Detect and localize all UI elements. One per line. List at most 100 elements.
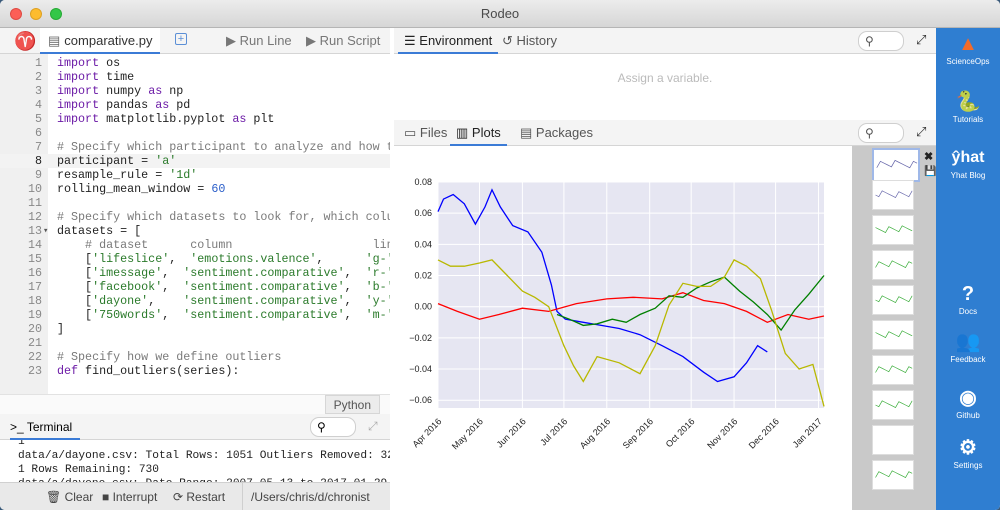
terminal-tab[interactable]: >_ Terminal [10,414,81,440]
code-text: import os [57,56,121,70]
app-window: Rodeo ♈ ▤ comparative.py + ▶ Run Line ▶ R… [0,0,1000,510]
plot-thumbnails: ✖ 💾 [852,146,936,510]
tab-packages-label: Packages [535,125,593,140]
x-tick-label: Nov 2016 [705,416,739,450]
expand-icon[interactable]: ⤢ [916,32,926,48]
code-line[interactable]: 18 ['dayone', 'sentiment.comparative', '… [0,294,390,308]
plot-thumbnail[interactable] [872,215,914,245]
code-editor[interactable]: 1 import os 2 import time 3 import numpy as n… [0,54,390,394]
sidebar-item-settings[interactable]: ⚙ Settings [936,436,1000,471]
interrupt-button[interactable]: ■ Interrupt [102,483,157,510]
line-number: 17 [27,280,42,294]
code-line[interactable]: 21 [0,336,390,350]
sidebar-item-feedback[interactable]: 👥 Feedback [936,330,1000,365]
code-line[interactable]: 9 resample_rule = '1d' [0,168,390,182]
line-number: 1 [34,56,42,70]
code-text: ['dayone', 'sentiment.comparative', 'y-'… [57,294,390,308]
code-line[interactable]: 12 # Specify which datasets to look for, … [0,210,390,224]
code-line[interactable]: 10 rolling_mean_window = 60 [0,182,390,196]
line-number: 2 [34,70,42,84]
plots-search-input[interactable]: ⚲ [858,123,904,143]
code-line[interactable]: 5 import matplotlib.pyplot as plt [0,112,390,126]
sidebar-item-docs[interactable]: ? Docs [936,282,1000,317]
run-script-button[interactable]: ▶ Run Script [306,28,380,54]
tab-environment[interactable]: ☰ Environment [398,28,499,54]
plot-thumbnail[interactable] [872,285,914,315]
environment-search-input[interactable]: ⚲ [858,31,904,51]
new-file-icon[interactable]: + [175,33,187,45]
line-number: 7 [34,140,42,154]
terminal-output[interactable]: 1 data/a/dayone.csv: Total Rows: 1051 Out… [0,440,390,482]
line-number: 22 [27,350,42,364]
code-text: datasets = [ [57,224,142,238]
plot-thumbnail[interactable] [872,148,920,182]
yhat-logo-icon: ŷhat [951,149,985,166]
line-number: 20 [27,322,42,336]
terminal-search-input[interactable]: ⚲ [310,417,356,437]
clear-button[interactable]: 🗑 Clear [46,483,93,510]
code-line[interactable]: 8 participant = 'a' [0,154,390,168]
run-line-button[interactable]: ▶ Run Line [226,28,292,54]
expand-icon[interactable]: ⤢ [916,124,926,140]
code-line[interactable]: 6 [0,126,390,140]
language-mode[interactable]: Python [324,395,380,414]
editor-tab-bar: ♈ ▤ comparative.py + ▶ Run Line ▶ Run Scr… [0,28,390,54]
code-line[interactable]: 4 import pandas as pd [0,98,390,112]
window-title: Rodeo [480,6,520,21]
plot-thumbnail[interactable] [872,425,914,455]
code-line[interactable]: 1 import os [0,56,390,70]
sidebar-item-tutorials[interactable]: 🐍 Tutorials [936,90,1000,125]
code-text: import time [57,70,135,84]
plot-thumbnail[interactable] [872,460,914,490]
plot-thumbnail[interactable] [872,180,914,210]
run-line-label: Run Line [239,33,292,48]
code-line[interactable]: 13 datasets = [▾ [0,224,390,238]
code-text: ['facebook', 'sentiment.comparative', 'b… [57,280,390,294]
sidebar-item-label: Docs [958,307,978,316]
close-window-button[interactable] [10,8,22,20]
code-line[interactable]: 16 ['imessage', 'sentiment.comparative',… [0,266,390,280]
expand-icon[interactable]: ⤢ [368,419,378,434]
code-text: import numpy as np [57,84,184,98]
line-number: 14 [27,238,42,252]
sidebar-item-yhat-blog[interactable]: ŷhat Yhat Blog [936,146,1000,181]
sidebar-item-scienceops[interactable]: ▲ ScienceOps [936,32,1000,67]
file-tab[interactable]: ▤ comparative.py [40,28,161,54]
code-line[interactable]: 3 import numpy as np [0,84,390,98]
save-plot-icon[interactable]: 💾 [924,166,936,177]
code-line[interactable]: 23 def find_outliers(series): [0,364,390,378]
y-tick-label: 0.06 [414,208,432,218]
code-line[interactable]: 17 ['facebook', 'sentiment.comparative',… [0,280,390,294]
y-tick-label: −0.02 [409,333,432,343]
code-line[interactable]: 20] [0,322,390,336]
code-line[interactable]: 7 # Specify which participant to analyze … [0,140,390,154]
code-line[interactable]: 22 # Specify how we define outliers [0,350,390,364]
tab-history[interactable]: ↺ History [496,28,563,54]
plot-thumbnail[interactable] [872,250,914,280]
delete-plot-icon[interactable]: ✖ [924,150,933,163]
code-line[interactable]: 11 [0,196,390,210]
sidebar-item-github[interactable]: ◉ Github [936,386,1000,421]
fold-icon[interactable]: ▾ [43,224,48,238]
rodeo-logo-icon: ♈ [14,31,37,51]
y-tick-label: 0.08 [414,177,432,187]
tab-files[interactable]: ▭ Files [398,120,453,146]
plot-thumbnail[interactable] [872,390,914,420]
zoom-window-button[interactable] [50,8,62,20]
minimize-window-button[interactable] [30,8,42,20]
people-icon: 👥 [955,331,981,353]
code-text: participant = 'a' [57,154,177,168]
y-tick-label: 0.02 [414,271,432,281]
scienceops-icon: ▲ [958,33,978,55]
interrupt-label: Interrupt [112,490,158,504]
tab-plots[interactable]: ▥ Plots [450,120,507,146]
plot-thumbnail[interactable] [872,320,914,350]
x-tick-label: Apr 2016 [411,416,444,449]
tab-packages[interactable]: ▤ Packages [514,120,599,146]
plot-thumbnail[interactable] [872,355,914,385]
code-line[interactable]: 2 import time [0,70,390,84]
code-line[interactable]: 14 # dataset column linetype [0,238,390,252]
code-line[interactable]: 15 ['lifeslice', 'emotions.valence', 'g-… [0,252,390,266]
restart-button[interactable]: ⟳ Restart [173,483,225,510]
code-line[interactable]: 19 ['750words', 'sentiment.comparative',… [0,308,390,322]
